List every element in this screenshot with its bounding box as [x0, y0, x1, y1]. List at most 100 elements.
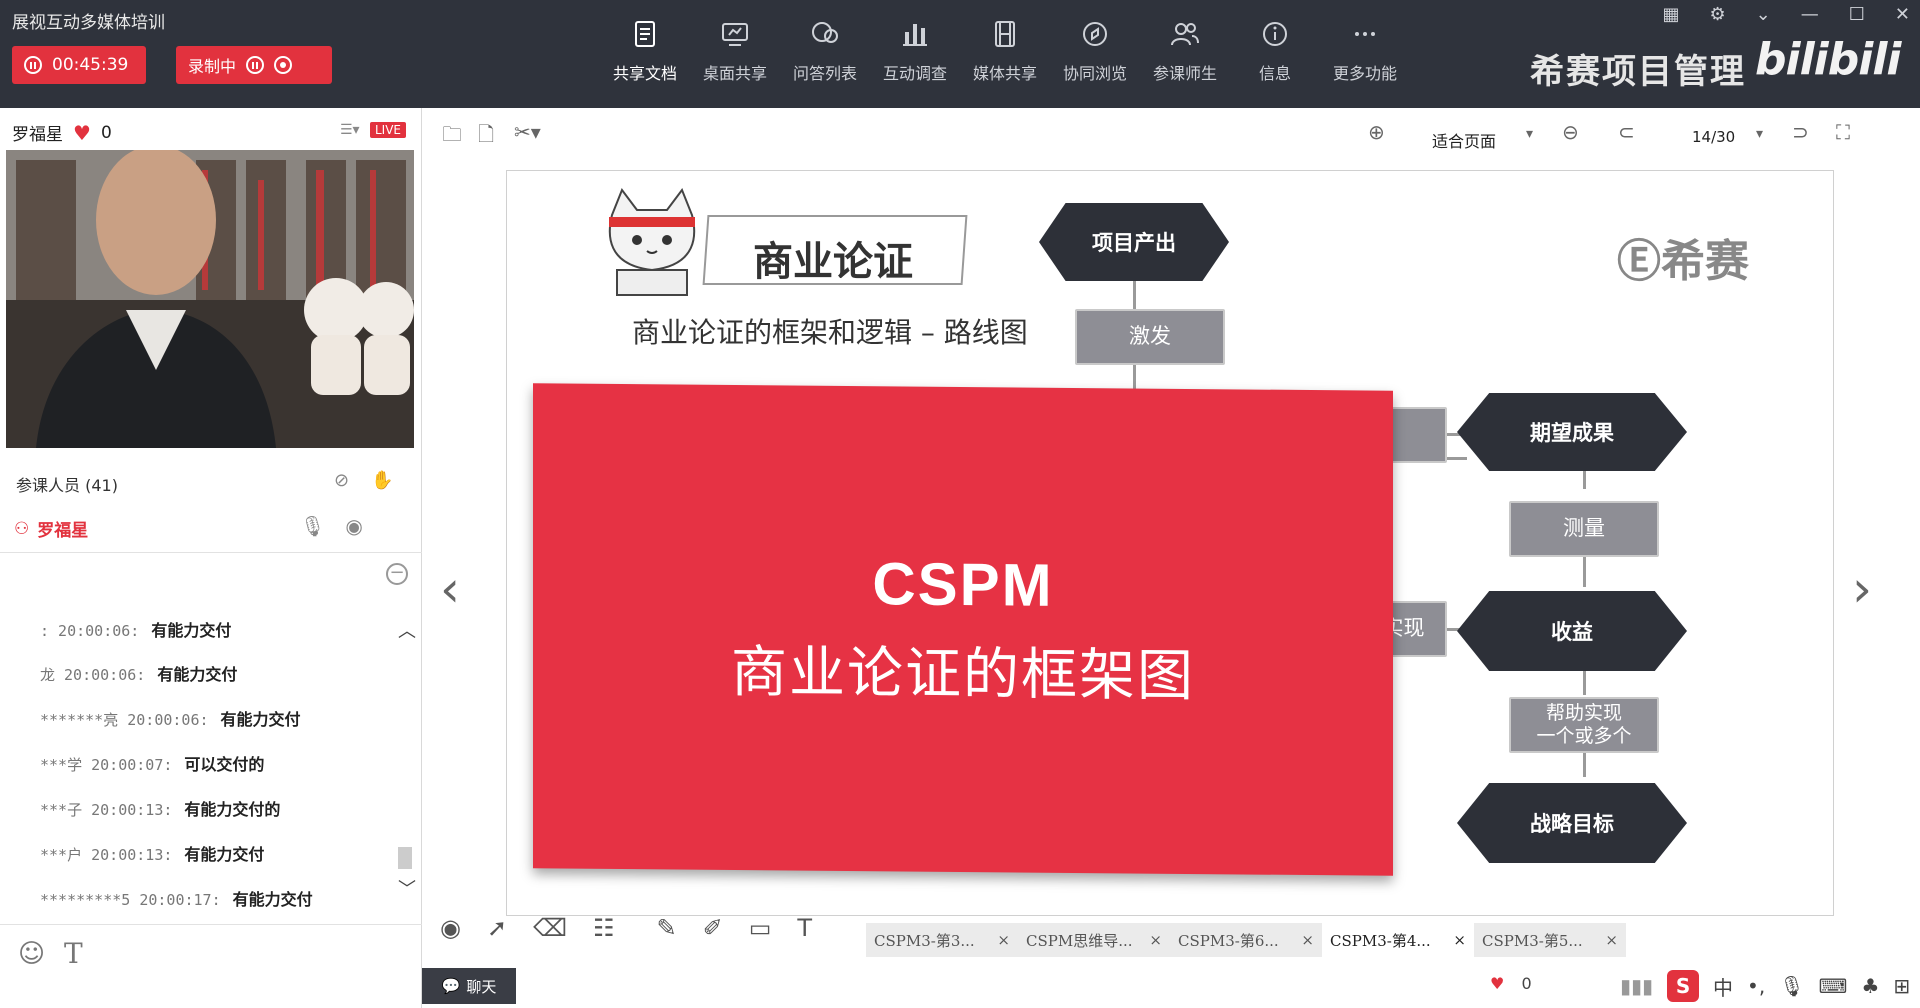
document-toolbar: 🗀 🗋 ✂▾ ⊕ 适合页面 ▾ ⊖ ⊂ 14/30 ▾ ⊃ ⛶: [422, 108, 1920, 156]
close-tab-icon[interactable]: ×: [1605, 931, 1618, 949]
connector-line: [1583, 753, 1586, 777]
chat-message: 龙 20:00:06: 有能力交付: [40, 661, 237, 685]
main-toolbar: 共享文档 桌面共享 问答列表 互动调查 媒体共享 协同浏览 参课师生 信息 更多…: [600, 18, 1410, 84]
scissors-icon[interactable]: ✂▾: [514, 120, 541, 144]
chevron-down-icon[interactable]: ▾: [1526, 126, 1533, 142]
microphone-icon[interactable]: 🎙: [300, 514, 325, 538]
zoom-in-icon[interactable]: ⊕: [1368, 120, 1385, 144]
media-share-icon: [995, 21, 1015, 47]
close-tab-icon[interactable]: ×: [1301, 931, 1314, 949]
node-benefit: 收益: [1457, 591, 1687, 671]
tool-info[interactable]: 信息: [1230, 18, 1320, 84]
doc-tab[interactable]: CSPM3-第5... ×: [1474, 923, 1626, 957]
text-tool-icon[interactable]: T: [797, 914, 812, 942]
desktop-share-icon: [722, 23, 748, 46]
doc-tab[interactable]: CSPM3-第6... ×: [1170, 923, 1322, 957]
settings-icon[interactable]: ⚙: [1710, 4, 1726, 25]
prev-slide-icon[interactable]: ‹: [440, 560, 460, 618]
chat-scrollbar-thumb[interactable]: [398, 847, 412, 869]
slide: 商业论证 商业论证的框架和逻辑 – 路线图 Ⓔ希赛 项目产出 激发 产生 期望成…: [506, 170, 1834, 916]
voice-input-icon[interactable]: 🎙: [1779, 974, 1804, 998]
minimize-icon[interactable]: —: [1801, 4, 1819, 25]
tool-survey[interactable]: 互动调查: [870, 18, 960, 84]
close-tab-icon[interactable]: ×: [1453, 931, 1466, 949]
node-project-output: 项目产出: [1039, 203, 1229, 281]
chat-message: ***户 20:00:13: 有能力交付: [40, 841, 264, 865]
chat-tab-button[interactable]: 💬 聊天: [422, 968, 516, 1004]
tool-media-share[interactable]: 媒体共享: [960, 18, 1050, 84]
chat-message: *********5 20:00:17: 有能力交付: [40, 886, 313, 910]
recording-button[interactable]: 录制中: [176, 46, 332, 84]
fit-page-select[interactable]: 适合页面: [1432, 128, 1496, 152]
file-icon[interactable]: 🗋: [478, 120, 494, 154]
punctuation-icon[interactable]: •,: [1747, 974, 1765, 998]
chevron-down-icon[interactable]: ⌄: [1756, 4, 1771, 25]
eraser-icon[interactable]: ⌫: [533, 914, 567, 942]
toolbox-icon[interactable]: ⊞: [1893, 974, 1910, 998]
heart-icon[interactable]: ♥: [1490, 974, 1504, 993]
timer-button[interactable]: 00:45:39: [12, 46, 146, 84]
pen-icon[interactable]: ✎: [657, 914, 677, 942]
heart-icon[interactable]: ♥: [73, 121, 91, 145]
page-indicator: 14/30: [1692, 128, 1736, 146]
prev-page-icon[interactable]: ⊂: [1618, 120, 1635, 144]
chat-message: ***学 20:00:07: 可以交付的: [40, 751, 264, 775]
folder-icon[interactable]: 🗀: [442, 120, 462, 154]
zoom-out-icon[interactable]: ⊖: [1562, 120, 1579, 144]
maximize-icon[interactable]: ☐: [1849, 4, 1865, 25]
status-bar: 💬 聊天 ♥ 0 ▮▮▮ S 中 •, 🎙 ⌨ ♣ ⊞: [422, 964, 1920, 1008]
keyboard-icon[interactable]: ⌨: [1819, 974, 1848, 998]
tool-desktop-share[interactable]: 桌面共享: [690, 18, 780, 84]
doc-tab-active[interactable]: CSPM3-第4... ×: [1322, 923, 1474, 957]
menu-icon[interactable]: ☰▾: [340, 122, 360, 138]
highlighter-icon[interactable]: ✐: [703, 914, 723, 942]
text-format-icon[interactable]: T: [64, 937, 83, 970]
next-page-icon[interactable]: ⊃: [1792, 120, 1809, 144]
doc-tab[interactable]: CSPM思维导... ×: [1018, 923, 1170, 957]
bilibili-logo: bilibili: [1755, 34, 1901, 85]
close-tab-icon[interactable]: ×: [997, 931, 1010, 949]
tool-co-browse[interactable]: 协同浏览: [1050, 18, 1140, 84]
next-slide-icon[interactable]: ›: [1852, 560, 1872, 618]
tool-label: 媒体共享: [972, 64, 1037, 83]
page-dropdown-icon[interactable]: ▾: [1756, 126, 1763, 142]
scroll-up-icon[interactable]: ︿: [398, 617, 416, 643]
stop-record-icon[interactable]: [274, 56, 293, 74]
clear-icon[interactable]: ☷: [593, 914, 615, 942]
doc-tab[interactable]: CSPM3-第3... ×: [866, 923, 1018, 957]
tool-participants[interactable]: 参课师生: [1140, 18, 1230, 84]
select-arrow-icon[interactable]: ➚: [487, 914, 507, 942]
rectangle-icon[interactable]: ▭: [749, 914, 772, 942]
node-strategic-goal: 战略目标: [1457, 783, 1687, 863]
tool-qa-list[interactable]: 问答列表: [780, 18, 870, 84]
fullscreen-icon[interactable]: ⛶: [1836, 120, 1850, 144]
connector-line: [1583, 557, 1586, 587]
top-bar: 展视互动多媒体培训 00:45:39 录制中 共享文档 桌面共享 问答列表 互动…: [0, 0, 1920, 108]
node-trigger: 激发: [1075, 309, 1225, 365]
emoji-icon[interactable]: ☺: [18, 939, 45, 969]
participant-row[interactable]: ⚇ 罗福星: [14, 516, 88, 542]
tab-label: CSPM3-第5...: [1482, 931, 1583, 950]
chat-user: : 20:00:06:: [40, 622, 140, 640]
mute-all-icon[interactable]: ⊘: [334, 470, 349, 491]
collapse-icon[interactable]: −: [386, 563, 408, 585]
ime-mode[interactable]: 中: [1713, 972, 1733, 1001]
skin-icon[interactable]: ♣: [1861, 974, 1879, 998]
pause-record-icon[interactable]: [246, 56, 265, 74]
chat-text: 可以交付的: [184, 755, 265, 774]
host-row: 罗福星 ♥ 0: [12, 120, 112, 146]
app-title: 展视互动多媒体培训: [12, 13, 165, 33]
camera-icon[interactable]: ◉: [345, 514, 362, 538]
tool-label: 信息: [1258, 64, 1291, 83]
node-expected-result: 期望成果: [1457, 393, 1687, 471]
close-tab-icon[interactable]: ×: [1149, 931, 1162, 949]
hand-icon[interactable]: ✋: [371, 470, 393, 491]
layout-icon[interactable]: ▦: [1663, 4, 1680, 25]
sogou-ime-icon[interactable]: S: [1667, 970, 1700, 1002]
scroll-down-icon[interactable]: ﹀: [398, 875, 416, 901]
tool-more[interactable]: 更多功能: [1320, 18, 1410, 84]
tool-share-doc[interactable]: 共享文档: [600, 18, 690, 84]
laser-pointer-icon[interactable]: ◉: [440, 914, 461, 942]
close-icon[interactable]: ✕: [1895, 4, 1910, 25]
brand-name: 希赛项目管理: [1530, 52, 1746, 92]
